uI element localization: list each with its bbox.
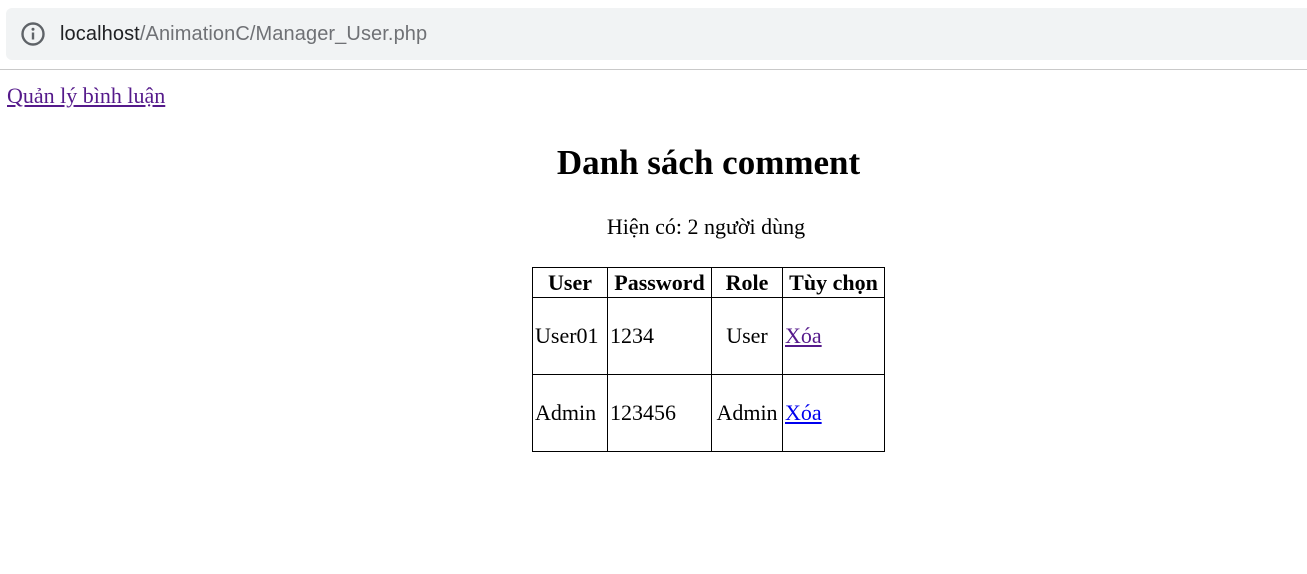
- cell-password: 1234: [607, 297, 712, 375]
- page-title: Danh sách comment: [556, 143, 861, 182]
- cell-password: 123456: [607, 374, 712, 452]
- cell-role: Admin: [711, 374, 783, 452]
- manage-comments-link[interactable]: Quản lý bình luận: [7, 83, 165, 109]
- table-header-row: User Password Role Tùy chọn: [532, 267, 885, 298]
- url-path: /AnimationC/Manager_User.php: [139, 22, 428, 45]
- user-table: User Password Role Tùy chọn User01 1234 …: [532, 267, 885, 452]
- header-password: Password: [607, 267, 712, 298]
- cell-user: Admin: [532, 374, 608, 452]
- url-text[interactable]: localhost/AnimationC/Manager_User.php: [60, 23, 427, 46]
- header-user: User: [532, 267, 608, 298]
- address-bar[interactable]: localhost/AnimationC/Manager_User.php: [6, 8, 1307, 60]
- table-row: Admin 123456 Admin Xóa: [532, 374, 885, 452]
- page-content: Quản lý bình luận Danh sách comment Hiện…: [0, 71, 1307, 574]
- table-row: User01 1234 User Xóa: [532, 297, 885, 375]
- header-role: Role: [711, 267, 783, 298]
- cell-action: Xóa: [782, 297, 885, 375]
- browser-toolbar: localhost/AnimationC/Manager_User.php: [0, 0, 1307, 70]
- url-host: localhost: [60, 22, 140, 45]
- delete-link[interactable]: Xóa: [785, 323, 822, 348]
- header-options: Tùy chọn: [782, 267, 885, 298]
- cell-role: User: [711, 297, 783, 375]
- info-icon[interactable]: [20, 21, 46, 47]
- cell-user: User01: [532, 297, 608, 375]
- cell-action: Xóa: [782, 374, 885, 452]
- user-count-text: Hiện có: 2 người dùng: [606, 214, 806, 239]
- delete-link[interactable]: Xóa: [785, 400, 822, 425]
